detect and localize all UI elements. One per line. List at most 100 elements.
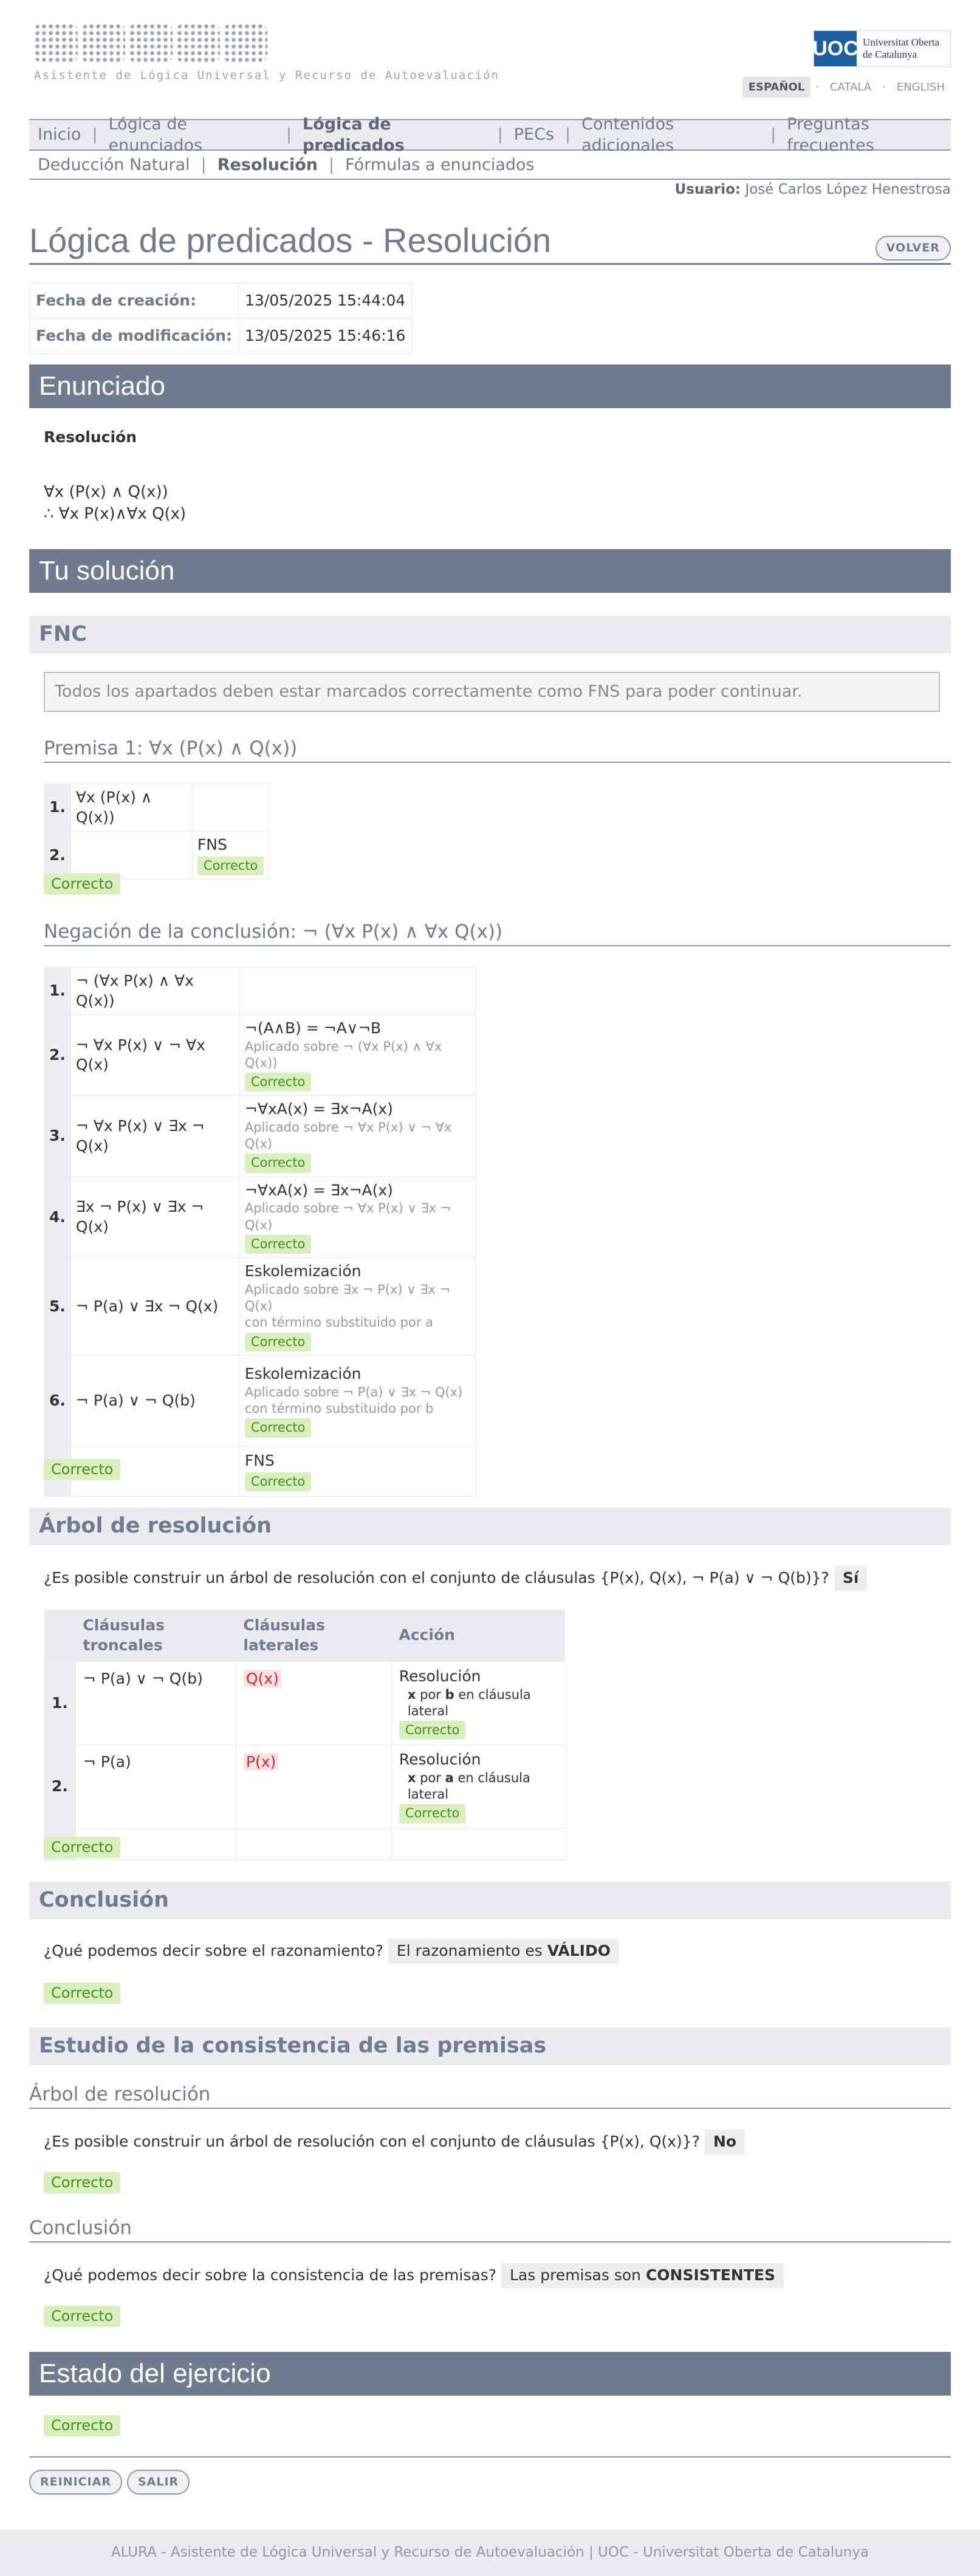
table-row: 4. ∃x ¬ P(x) ∨ ∃x ¬ Q(x) ¬∀xA(x) = ∃x¬A(…	[44, 1176, 477, 1259]
tree-status: Correcto	[44, 1837, 121, 1859]
user-name: José Carlos López Henestrosa	[745, 182, 951, 197]
modified-label: Fecha de modificación:	[29, 318, 239, 354]
table-row: 2. FNS Correcto	[44, 831, 270, 880]
negation-status: Correcto	[44, 1459, 121, 1481]
action-cell: Resolución x por a en cláusula lateral Cor…	[391, 1744, 566, 1829]
nav-pecs[interactable]: PECs	[514, 124, 554, 145]
subnav-resolucion[interactable]: Resolución	[218, 154, 318, 176]
uoc-logo[interactable]: UOC Universitat Oberta de Catalunya	[812, 30, 951, 67]
enunciado-premise: ∀x (P(x) ∧ Q(x))	[44, 483, 168, 501]
formula-cell: ¬ (∀x P(x) ∧ ∀x Q(x))	[70, 967, 240, 1015]
formula-cell: ¬ ∀x P(x) ∨ ∃x ¬ Q(x)	[70, 1095, 240, 1177]
negation-table: 1. ¬ (∀x P(x) ∧ ∀x Q(x)) 2. ¬ ∀x P(x) ∨ …	[44, 967, 477, 1497]
negation-title: Negación de la conclusión: ¬ (∀x P(x) ∧ …	[44, 920, 951, 946]
conclusion-question-line: ¿Qué podemos decir sobre el razonamiento…	[44, 1939, 619, 1964]
nav-faq[interactable]: Preguntas frecuentes	[787, 114, 951, 156]
subnav-formulas[interactable]: Fórmulas a enunciados	[345, 154, 535, 176]
uoc-name-line2: de Catalunya	[863, 49, 917, 60]
row-number: 1.	[44, 967, 71, 1015]
lateral-cell	[235, 1828, 392, 1860]
applied-text: Aplicado sobre ¬ (∀x P(x) ∧ ∀x Q(x))	[244, 1039, 442, 1070]
status-badge: Correcto	[197, 856, 264, 875]
lang-ca[interactable]: CATALÀ	[824, 77, 877, 98]
lang-sep: ·	[882, 81, 886, 94]
rule-cell: ¬(A∧B) = ¬A∨¬B Aplicado sobre ¬ (∀x P(x) …	[239, 1014, 477, 1096]
row-number: 5.	[44, 1257, 71, 1356]
status-badge: Correcto	[244, 1234, 312, 1254]
subnav-deduccion[interactable]: Deducción Natural	[38, 154, 190, 176]
row-number: 2.	[44, 831, 71, 880]
back-button[interactable]: VOLVER	[875, 236, 951, 261]
uoc-name-line1: Universitat Oberta	[863, 36, 940, 49]
consistency-tree-answer[interactable]: No	[704, 2130, 745, 2154]
table-row: 5. ¬ P(a) ∨ ∃x ¬ Q(x) Eskolemización Apli…	[44, 1257, 477, 1356]
nav-inicio[interactable]: Inicio	[38, 124, 81, 145]
table-row: 1. ∀x (P(x) ∧ Q(x))	[44, 784, 270, 832]
status-badge: Correcto	[244, 1153, 312, 1173]
table-header-row: Cláusulas troncales Cláusulas laterales …	[44, 1610, 566, 1662]
nav-logica-predicados[interactable]: Lógica de predicados	[303, 114, 487, 156]
enunciado-conclusion: ∴ ∀x P(x)∧∀x Q(x)	[44, 505, 187, 523]
nav-contenidos[interactable]: Contenidos adicionales	[581, 114, 759, 156]
applied-text: Aplicado sobre ¬ ∀x P(x) ∨ ¬ ∀x Q(x)	[244, 1119, 452, 1152]
conclusion-status: Correcto	[44, 1983, 121, 2004]
lang-en[interactable]: ENGLISH	[891, 77, 951, 98]
row-number: 2.	[44, 1744, 76, 1829]
rule-cell: Eskolemización Aplicado sobre ¬ P(a) ∨ ∃x…	[239, 1355, 477, 1447]
lateral-clause: Q(x)	[243, 1670, 281, 1687]
formula-cell: ¬ P(a) ∨ ∃x ¬ Q(x)	[70, 1257, 240, 1356]
trunk-cell: ¬ P(a)	[75, 1744, 236, 1829]
sub-nav: Deducción Natural | Resolución | Fórmulas …	[29, 152, 951, 180]
subst-var: x	[407, 1687, 416, 1702]
status-badge: Correcto	[399, 1804, 466, 1823]
status-badge: Correcto	[244, 1332, 312, 1351]
table-row: 1. ¬ P(a) ∨ ¬ Q(b) Q(x) Resolución x por …	[44, 1661, 566, 1746]
consistency-tree-title: Árbol de resolución	[29, 2082, 951, 2109]
row-number: 2.	[44, 1014, 71, 1096]
language-switcher: ESPAÑOL · CATALÀ · ENGLISH	[742, 77, 951, 98]
reset-button[interactable]: REINICIAR	[29, 2470, 122, 2495]
trunk-cell: ¬ P(a) ∨ ¬ Q(b)	[75, 1661, 236, 1746]
rule-text: ¬∀xA(x) = ∃x¬A(x)	[244, 1181, 393, 1199]
formula-cell: ∃x ¬ P(x) ∨ ∃x ¬ Q(x)	[70, 1176, 240, 1259]
user-info: Usuario: José Carlos López Henestrosa	[675, 181, 951, 199]
status-badge: Correcto	[244, 1073, 312, 1092]
subst-val: b	[445, 1687, 454, 1702]
nav-logica-enunciados[interactable]: Lógica de enunciados	[109, 114, 275, 156]
rule-cell: ¬∀xA(x) = ∃x¬A(x) Aplicado sobre ¬ ∀x P(x…	[239, 1176, 477, 1259]
rule-cell: ¬∀xA(x) = ∃x¬A(x) Aplicado sobre ¬ ∀x P(x…	[239, 1095, 477, 1177]
consistency-heading: Estudio de la consistencia de las premis…	[29, 2028, 951, 2065]
page-title-bar: Lógica de predicados - Resolución VOLVER	[29, 219, 951, 265]
alura-logo[interactable]: Asistente de Lógica Universal y Recurso …	[34, 23, 499, 83]
applied-text: Aplicado sobre ¬ P(a) ∨ ∃x ¬ Q(x)	[244, 1384, 463, 1399]
conclusion-answer[interactable]: El razonamiento es VÁLIDO	[388, 1939, 619, 1964]
rule-text: Eskolemización	[244, 1365, 362, 1383]
lateral-cell: Q(x)	[235, 1661, 392, 1746]
consistency-conc-question: ¿Qué podemos decir sobre la consistencia…	[44, 2266, 496, 2284]
lang-es[interactable]: ESPAÑOL	[742, 77, 811, 98]
subst-text: x por b en cláusula lateral	[399, 1687, 558, 1720]
resolution-tree-table: Cláusulas troncales Cláusulas laterales …	[44, 1610, 566, 1860]
enunciado-heading: Enunciado	[29, 364, 951, 408]
rule-text: FNS	[244, 1452, 275, 1470]
row-number: 3.	[44, 1095, 71, 1177]
rule-cell: FNS Correcto	[191, 831, 270, 880]
lang-sep: ·	[815, 81, 820, 94]
tree-question-line: ¿Es posible construir un árbol de resolu…	[44, 1566, 868, 1591]
trunk-text: ¬ P(a) ∨ ¬ Q(b)	[83, 1670, 203, 1687]
applied-text: Aplicado sobre ¬ ∀x P(x) ∨ ∃x ¬ Q(x)	[244, 1201, 451, 1232]
estado-heading: Estado del ejercicio	[29, 2352, 951, 2396]
tree-answer[interactable]: Sí	[834, 1566, 868, 1591]
conclusion-answer-pre: El razonamiento es	[396, 1942, 547, 1959]
action-cell: Resolución x por b en cláusula lateral Cor…	[391, 1661, 566, 1746]
uoc-mark: UOC	[812, 31, 858, 66]
formula-cell: ∀x (P(x) ∧ Q(x))	[70, 784, 193, 832]
exit-button[interactable]: SALIR	[126, 2470, 190, 2495]
consistency-conc-status: Correcto	[44, 2306, 121, 2328]
formula-cell	[70, 831, 193, 880]
logo-letters	[34, 23, 499, 63]
created-label: Fecha de creación:	[29, 283, 239, 319]
divider	[29, 2456, 951, 2458]
consistency-conc-answer[interactable]: Las premisas son CONSISTENTES	[501, 2263, 784, 2288]
user-label: Usuario:	[674, 182, 741, 197]
